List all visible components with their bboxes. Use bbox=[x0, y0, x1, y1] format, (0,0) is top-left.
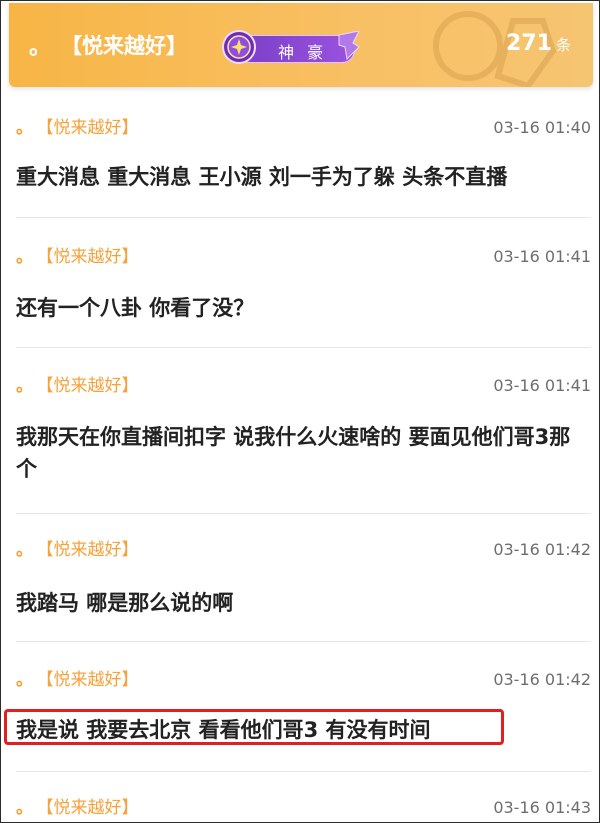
message-count: 271 条 bbox=[506, 31, 571, 56]
sender-label: 【悦来越好】 bbox=[45, 798, 139, 818]
sender-name: 。【悦来越好】 bbox=[16, 117, 139, 139]
sender-label: 【悦来越好】 bbox=[45, 540, 139, 560]
sender-name: 。【悦来越好】 bbox=[16, 539, 139, 561]
divider bbox=[16, 513, 591, 514]
sender-dot: 。 bbox=[16, 670, 33, 690]
rank-wing-icon bbox=[338, 31, 360, 61]
sender-dot: 。 bbox=[16, 118, 33, 138]
sender-dot: 。 bbox=[16, 376, 33, 396]
divider bbox=[16, 771, 591, 772]
message-text: 重大消息 重大消息 王小源 刘一手为了躲 头条不直播 bbox=[16, 165, 508, 189]
message-count-unit: 条 bbox=[555, 36, 571, 54]
sender-name: 。【悦来越好】 bbox=[16, 669, 139, 691]
message-text: 我那天在你直播间扣字 说我什么火速啥的 要面见他们哥3那个 bbox=[16, 425, 571, 481]
message-time: 03-16 01:43 bbox=[493, 798, 591, 817]
message-text: 还有一个八卦 你看了没？ bbox=[16, 296, 255, 320]
rank-badge[interactable]: 神 豪 bbox=[221, 29, 361, 65]
message-text: 我踏马 哪是那么说的啊 bbox=[16, 591, 234, 615]
rank-emblem-icon bbox=[222, 30, 256, 64]
sender-dot: 。 bbox=[16, 247, 33, 267]
sender-label: 【悦来越好】 bbox=[45, 670, 139, 690]
highlight-box bbox=[4, 709, 504, 745]
message-time: 03-16 01:41 bbox=[493, 376, 591, 395]
screen-frame: 。 【悦来越好】 神 豪 271 条 。【悦来越好】 03-16 01:40 重大… bbox=[0, 0, 600, 823]
message-time: 03-16 01:40 bbox=[493, 118, 591, 137]
rank-label: 神 豪 bbox=[278, 43, 328, 62]
sender-name: 。【悦来越好】 bbox=[16, 797, 139, 819]
message-time: 03-16 01:42 bbox=[493, 670, 591, 689]
sender-name: 。【悦来越好】 bbox=[16, 375, 139, 397]
divider bbox=[16, 641, 591, 642]
sender-dot: 。 bbox=[16, 798, 33, 818]
sender-name: 。【悦来越好】 bbox=[16, 246, 139, 268]
user-name[interactable]: 【悦来越好】 bbox=[61, 33, 187, 59]
user-dot: 。 bbox=[29, 35, 52, 60]
sender-label: 【悦来越好】 bbox=[45, 118, 139, 138]
message-time: 03-16 01:42 bbox=[493, 540, 591, 559]
user-header: 。 【悦来越好】 神 豪 271 条 bbox=[9, 3, 593, 87]
divider bbox=[16, 347, 591, 348]
message-count-value: 271 bbox=[506, 31, 552, 56]
sender-label: 【悦来越好】 bbox=[45, 247, 139, 267]
sender-label: 【悦来越好】 bbox=[45, 376, 139, 396]
message-time: 03-16 01:41 bbox=[493, 247, 591, 266]
sender-dot: 。 bbox=[16, 540, 33, 560]
divider bbox=[16, 217, 591, 218]
